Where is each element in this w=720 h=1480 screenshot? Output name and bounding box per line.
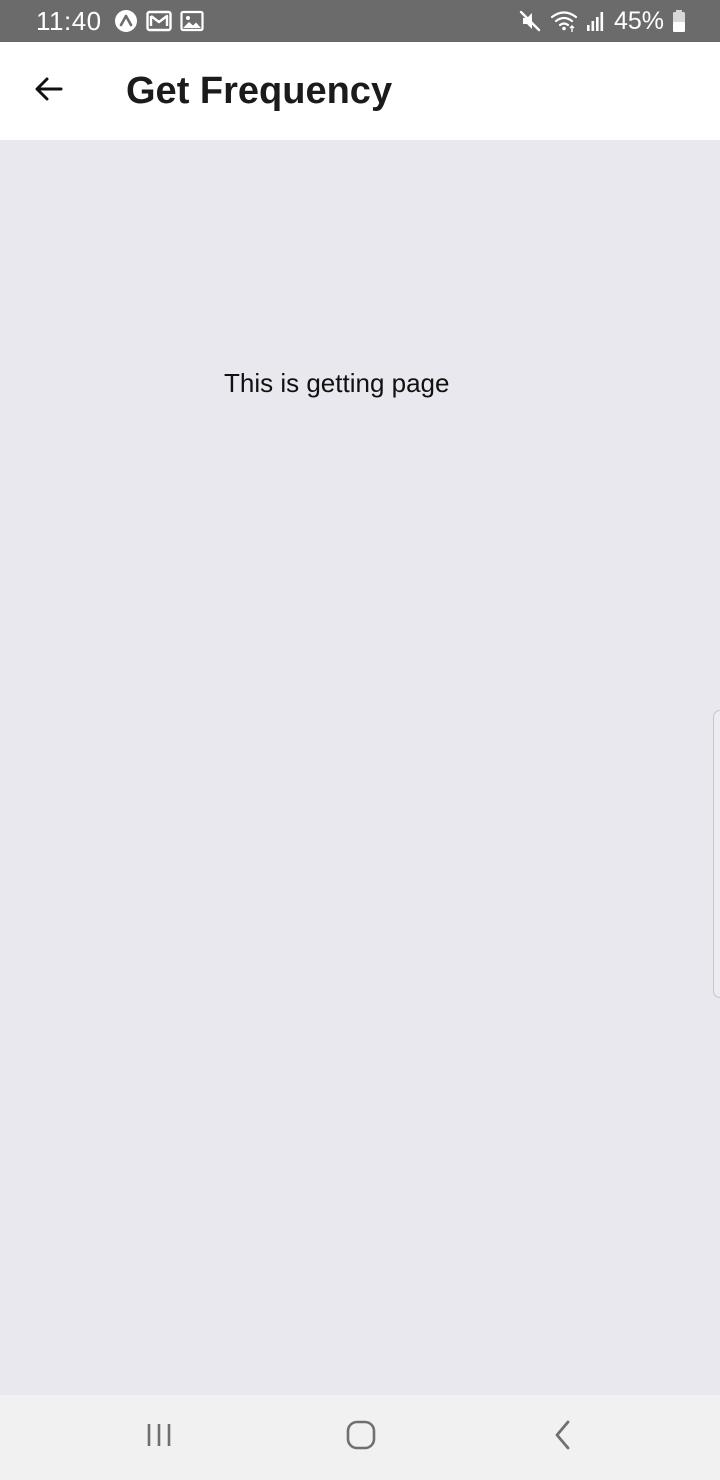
page-message: This is getting page (224, 368, 450, 398)
status-bar: 11:40 45% (0, 0, 720, 42)
status-time: 11:40 (36, 5, 102, 36)
nav-back-button[interactable] (503, 1395, 623, 1480)
gmail-icon (145, 10, 172, 32)
status-notification-icons (114, 9, 204, 33)
app-notification-icon (114, 9, 138, 33)
navigation-bar (0, 1395, 720, 1480)
edge-panel-handle[interactable] (713, 710, 720, 998)
recents-icon (145, 1421, 175, 1454)
app-bar: Get Frequency (0, 42, 720, 140)
arrow-left-icon (33, 73, 65, 110)
page-title: Get Frequency (126, 69, 393, 112)
wifi-icon (550, 9, 578, 33)
main-content: This is getting page (0, 140, 720, 1395)
back-button[interactable] (0, 42, 98, 140)
image-icon (180, 10, 204, 32)
mute-icon (518, 9, 542, 33)
battery-icon (672, 9, 686, 33)
home-icon (345, 1419, 377, 1456)
signal-icon (586, 10, 606, 32)
chevron-left-icon (551, 1419, 575, 1456)
battery-percentage: 45% (613, 6, 664, 35)
home-button[interactable] (301, 1395, 421, 1480)
status-system-icons: 45% (518, 7, 686, 36)
recents-button[interactable] (100, 1395, 220, 1480)
